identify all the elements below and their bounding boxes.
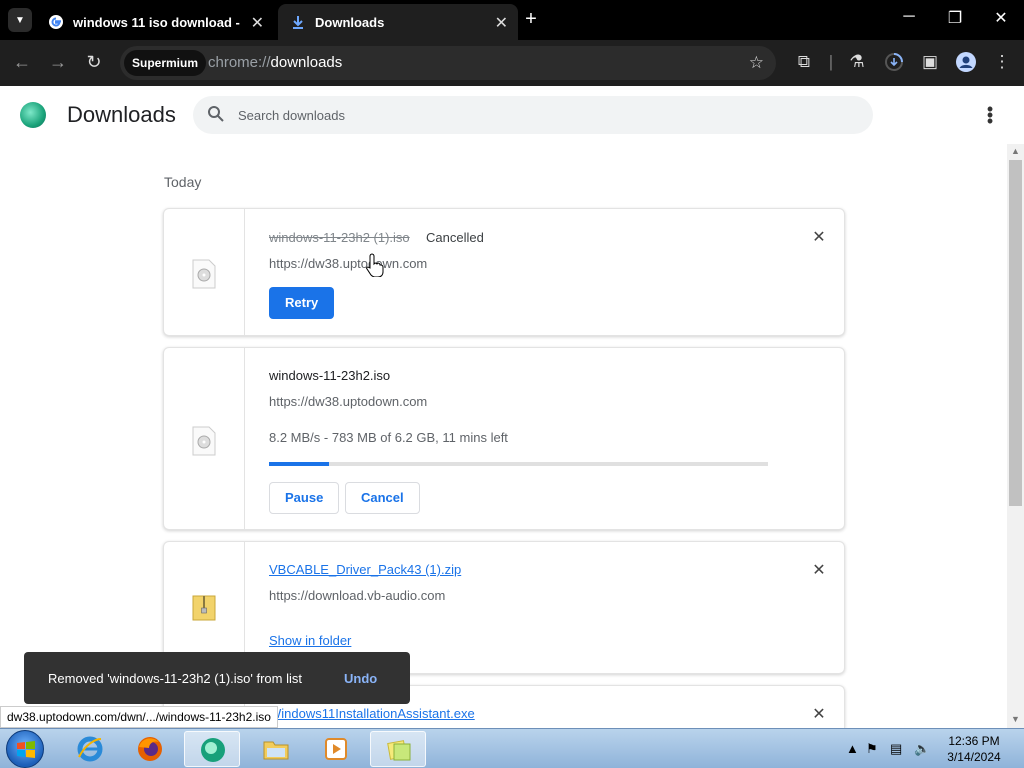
file-icon-column <box>164 209 245 335</box>
google-icon <box>48 14 64 30</box>
new-tab-button[interactable]: + <box>520 8 542 31</box>
network-icon[interactable]: ▤ <box>890 741 902 757</box>
download-source-url[interactable]: https://download.vb-audio.com <box>269 588 445 603</box>
download-filename: windows-11-23h2 (1).iso <box>269 230 410 245</box>
restore-button[interactable]: ❐ <box>940 8 970 28</box>
action-center-flag-icon[interactable]: ⚑ <box>866 741 878 757</box>
internet-explorer-icon <box>77 736 103 762</box>
zip-folder-icon <box>192 595 216 621</box>
side-panel-icon[interactable]: ▣ <box>919 52 941 72</box>
search-bar[interactable] <box>193 96 873 134</box>
disc-image-file-icon <box>192 426 216 456</box>
supermium-icon <box>201 738 225 762</box>
taskbar-supermium[interactable] <box>184 731 240 767</box>
file-icon-column <box>164 348 245 529</box>
labs-flask-icon[interactable]: ⚗ <box>846 52 868 72</box>
show-in-folder-link[interactable]: Show in folder <box>269 633 351 648</box>
search-input[interactable] <box>238 96 838 134</box>
url-text[interactable]: chrome://downloads <box>208 54 342 71</box>
firefox-icon <box>138 737 162 761</box>
remove-item-close-icon[interactable]: ✕ <box>812 560 826 580</box>
remove-item-close-icon[interactable]: ✕ <box>812 704 826 724</box>
browser-name-chip[interactable]: Supermium <box>124 50 207 76</box>
download-progress-status: 8.2 MB/s - 783 MB of 6.2 GB, 11 mins lef… <box>269 430 508 445</box>
start-button[interactable] <box>6 730 44 768</box>
reload-button[interactable]: ↻ <box>82 52 106 73</box>
extensions-icon[interactable]: ⧉ <box>793 52 815 72</box>
bookmark-star-icon[interactable]: ☆ <box>749 53 764 73</box>
taskbar-file-explorer[interactable] <box>248 731 304 767</box>
clock-time: 12:36 PM <box>948 734 1000 748</box>
download-progress-icon[interactable] <box>883 52 905 77</box>
show-hidden-icons-icon[interactable]: ▲ <box>846 741 859 756</box>
pause-button[interactable]: Pause <box>269 482 340 514</box>
download-progress-fill <box>269 462 329 466</box>
taskbar-internet-explorer[interactable] <box>62 731 118 767</box>
download-filename-link[interactable]: VBCABLE_Driver_Pack43 (1).zip <box>269 562 461 577</box>
retry-button[interactable]: Retry <box>269 287 335 319</box>
cancel-button[interactable]: Cancel <box>345 482 420 514</box>
tab-search-button[interactable]: ▼ <box>8 8 32 32</box>
taskbar-sticky-notes[interactable] <box>370 731 426 767</box>
date-section-label: Today <box>164 174 202 190</box>
download-progress-bar <box>269 462 768 466</box>
minimize-button[interactable]: ─ <box>894 8 924 26</box>
removed-item-toast: Removed 'windows-11-23h2 (1).iso' from l… <box>24 652 410 704</box>
download-source-url[interactable]: https://dw38.uptodown.com <box>269 394 427 409</box>
browser-menu-icon[interactable]: ⋮ <box>991 52 1013 72</box>
windows-logo-icon <box>17 741 35 758</box>
tab-title: Downloads <box>315 14 385 30</box>
chevron-down-icon: ▼ <box>15 14 25 26</box>
taskbar-firefox[interactable] <box>122 731 178 767</box>
windows-taskbar: ▲ ⚑ ▤ 🔈 12:36 PM 3/14/2024 <box>0 728 1024 768</box>
taskbar-media-player[interactable] <box>308 731 364 767</box>
close-icon[interactable]: ✕ <box>251 13 264 33</box>
forward-button[interactable]: → <box>46 52 70 73</box>
scroll-down-icon[interactable]: ▼ <box>1011 714 1020 724</box>
browser-toolbar: ← → ↻ Supermium chrome://downloads ☆ ⧉ |… <box>0 40 1024 86</box>
scrollbar[interactable]: ▲ ▼ <box>1007 144 1024 728</box>
tab-strip: ▼ windows 11 iso download - Go ✕ Downloa… <box>0 0 1024 40</box>
address-bar[interactable]: Supermium chrome://downloads ☆ <box>120 46 776 80</box>
close-window-button[interactable]: ✕ <box>986 8 1016 28</box>
folder-icon <box>263 741 289 760</box>
toolbar-divider: | <box>828 52 834 71</box>
back-button[interactable]: ← <box>10 52 34 73</box>
clock-date: 3/14/2024 <box>947 750 1001 764</box>
tab-title: windows 11 iso download - Go <box>73 14 243 30</box>
taskbar-clock[interactable]: 12:36 PM 3/14/2024 <box>944 733 1004 765</box>
scroll-up-icon[interactable]: ▲ <box>1011 146 1020 156</box>
download-filename: windows-11-23h2.iso <box>269 368 391 383</box>
more-actions-icon[interactable]: • • • <box>982 100 998 130</box>
download-source-url[interactable]: https://dw38.uptodown.com <box>269 256 427 271</box>
hand-cursor-icon <box>366 253 384 277</box>
media-player-icon <box>325 738 347 760</box>
close-icon[interactable]: ✕ <box>495 13 508 33</box>
disc-image-file-icon <box>192 259 216 289</box>
remove-item-close-icon[interactable]: ✕ <box>812 227 826 247</box>
download-state: Cancelled <box>426 230 484 245</box>
sticky-notes-icon <box>387 740 411 761</box>
download-item-in-progress: windows-11-23h2.iso https://dw38.uptodow… <box>163 347 845 530</box>
undo-button[interactable]: Undo <box>344 671 377 686</box>
downloads-logo-icon <box>20 102 46 128</box>
page-title: Downloads <box>67 102 176 127</box>
volume-muted-icon[interactable]: 🔈 <box>914 741 930 757</box>
profile-avatar-icon[interactable] <box>955 52 977 77</box>
download-filename-link[interactable]: Windows11InstallationAssistant.exe <box>269 706 475 721</box>
link-status-bubble: dw38.uptodown.com/dwn/.../windows-11-23h… <box>0 706 278 728</box>
scrollbar-thumb[interactable] <box>1009 160 1022 506</box>
downloads-header: Downloads ••• <box>0 86 1024 144</box>
download-icon <box>290 14 306 30</box>
tab-downloads[interactable]: Downloads ✕ <box>278 4 518 40</box>
download-item-cancelled: windows-11-23h2 (1).iso Cancelled https:… <box>163 208 845 336</box>
tab-google-search[interactable]: windows 11 iso download - Go ✕ <box>36 4 274 40</box>
search-icon <box>208 106 224 122</box>
toast-message: Removed 'windows-11-23h2 (1).iso' from l… <box>48 671 302 686</box>
